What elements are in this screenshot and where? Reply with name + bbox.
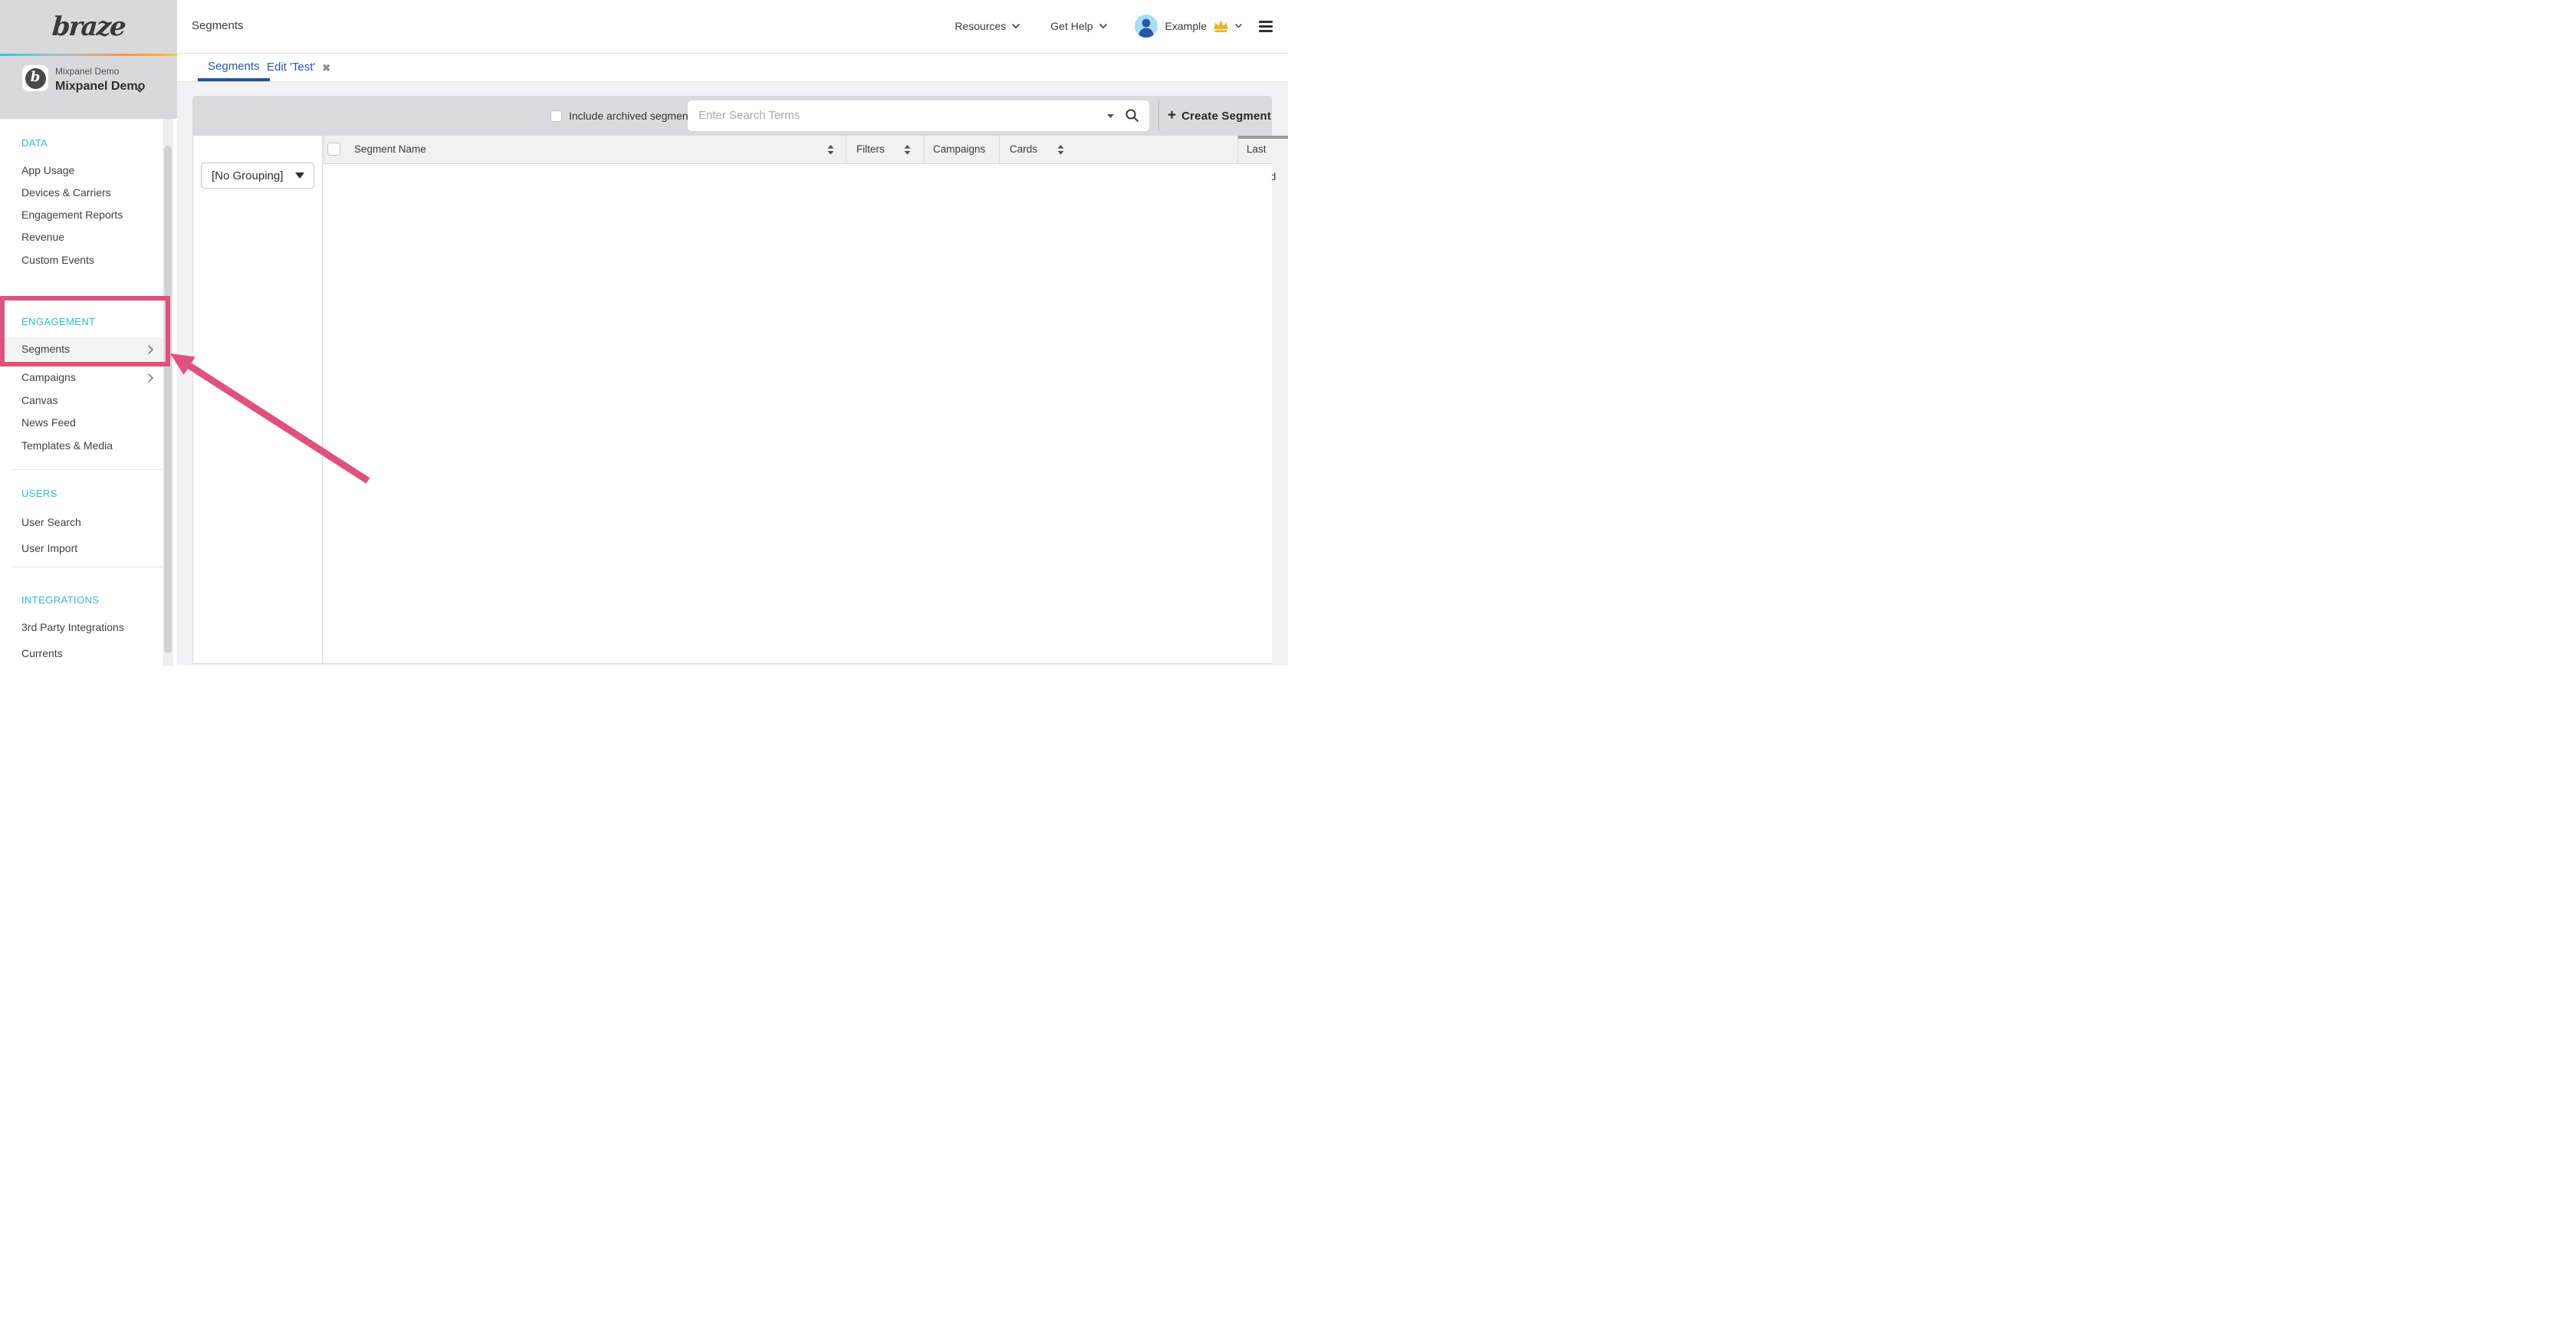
workspace-switcher[interactable]: b Mixpanel Demo Mixpanel Demo bbox=[0, 56, 177, 119]
segments-table-body bbox=[324, 164, 1272, 663]
sidebar-item-label: User Import bbox=[21, 542, 77, 554]
sidebar-item-user-search[interactable]: User Search bbox=[0, 511, 163, 534]
sidebar-section-title-engagement: ENGAGEMENT bbox=[21, 311, 95, 334]
sort-icon[interactable] bbox=[1057, 145, 1064, 155]
user-menu[interactable]: Example bbox=[1135, 15, 1242, 38]
search-placeholder: Enter Search Terms bbox=[698, 100, 800, 131]
sidebar-section-title-integrations: INTEGRATIONS bbox=[21, 589, 99, 612]
chevron-down-icon bbox=[1235, 24, 1242, 28]
sidebar-section-title-data: DATA bbox=[21, 132, 48, 155]
segments-filter-bar: Include archived segments Enter Search T… bbox=[192, 96, 1272, 136]
top-bar-actions: Resources Get Help bbox=[955, 0, 1273, 52]
braze-dashboard: braze b Mixpanel Demo Mixpanel Demo DATA… bbox=[0, 0, 1288, 666]
sidebar-item-campaigns[interactable]: Campaigns bbox=[0, 366, 163, 389]
get-help-label: Get Help bbox=[1050, 20, 1092, 32]
page-title: Segments bbox=[192, 0, 244, 52]
column-header-cards[interactable]: Cards bbox=[1010, 136, 1037, 163]
sidebar-item-label: User Search bbox=[21, 516, 81, 528]
user-avatar bbox=[1135, 15, 1158, 38]
group-by-select[interactable]: [No Grouping] bbox=[201, 163, 314, 189]
workspace-env-label: Mixpanel Demo bbox=[55, 66, 119, 77]
workspace-avatar: b bbox=[22, 65, 48, 91]
column-header-segment-name[interactable]: Segment Name bbox=[354, 136, 426, 163]
tab-segments[interactable]: Segments bbox=[198, 54, 270, 81]
hamburger-menu-icon[interactable] bbox=[1259, 21, 1273, 32]
close-icon[interactable]: ✖ bbox=[322, 63, 330, 73]
sidebar-item-devices-carriers[interactable]: Devices & Carriers bbox=[0, 181, 163, 205]
tab-edit-label: Edit 'Test' bbox=[267, 54, 315, 81]
sidebar-item-segments[interactable]: Segments bbox=[0, 337, 163, 361]
sort-icon[interactable] bbox=[904, 145, 911, 155]
create-segment-button[interactable]: + Create Segment bbox=[1168, 96, 1271, 136]
sidebar-item-label: 3rd Party Integrations bbox=[21, 621, 124, 633]
select-caret-icon bbox=[295, 173, 304, 179]
top-bar: Segments Resources Get Help bbox=[177, 0, 1288, 54]
column-header-campaigns[interactable]: Campaigns bbox=[933, 136, 985, 163]
sidebar-item-user-import[interactable]: User Import bbox=[0, 537, 163, 560]
resources-menu[interactable]: Resources bbox=[955, 20, 1020, 32]
sidebar-item-label: News Feed bbox=[21, 416, 76, 429]
sidebar-item-label: App Usage bbox=[21, 164, 74, 176]
chevron-down-icon bbox=[1012, 24, 1020, 28]
braze-logo: braze bbox=[51, 12, 126, 42]
include-archived-control: Include archived segments bbox=[550, 96, 697, 136]
chevron-right-icon bbox=[148, 373, 153, 383]
column-header-filters[interactable]: Filters bbox=[856, 136, 885, 163]
sidebar-item-templates-media[interactable]: Templates & Media bbox=[0, 434, 163, 458]
sidebar-item-label: Engagement Reports bbox=[21, 209, 123, 221]
group-by-panel: [No Grouping] bbox=[192, 136, 323, 663]
sidebar-scrollbar-thumb[interactable] bbox=[164, 146, 172, 653]
user-name: Example bbox=[1165, 20, 1207, 32]
crown-icon bbox=[1213, 20, 1229, 33]
sidebar-divider bbox=[13, 469, 164, 470]
column-header-last-edited[interactable]: Last Edited bbox=[1247, 136, 1276, 163]
select-all-checkbox[interactable] bbox=[327, 143, 340, 156]
sidebar-item-revenue[interactable]: Revenue bbox=[0, 225, 163, 249]
include-archived-checkbox[interactable] bbox=[550, 110, 562, 122]
sidebar-item-engagement-reports[interactable]: Engagement Reports bbox=[0, 203, 163, 227]
chevron-down-icon[interactable] bbox=[136, 87, 144, 93]
group-by-value: [No Grouping] bbox=[202, 169, 295, 182]
workspace-name: Mixpanel Demo bbox=[55, 80, 145, 94]
workspace-avatar-letter: b bbox=[31, 71, 41, 84]
sidebar-item-currents[interactable]: Currents bbox=[0, 642, 163, 666]
search-input[interactable]: Enter Search Terms bbox=[688, 100, 1149, 131]
sort-icon[interactable] bbox=[827, 145, 834, 155]
sidebar-item-custom-events[interactable]: Custom Events bbox=[0, 248, 163, 272]
create-segment-label: Create Segment bbox=[1181, 110, 1271, 123]
table-bottom-border bbox=[192, 663, 1272, 664]
sidebar-item-label: Templates & Media bbox=[21, 439, 113, 452]
get-help-menu[interactable]: Get Help bbox=[1050, 20, 1106, 32]
filter-bar-divider bbox=[1158, 100, 1159, 131]
search-icon[interactable] bbox=[1125, 108, 1139, 123]
sidebar-item-label: Campaigns bbox=[21, 371, 76, 383]
sidebar-item-canvas[interactable]: Canvas bbox=[0, 389, 163, 412]
tabs-bar: Segments Edit 'Test' ✖ bbox=[177, 54, 1288, 82]
sidebar-item-label: Devices & Carriers bbox=[21, 186, 111, 199]
sidebar-item-label: Custom Events bbox=[21, 254, 94, 266]
sidebar: braze b Mixpanel Demo Mixpanel Demo DATA… bbox=[0, 0, 177, 666]
sidebar-item-label: Revenue bbox=[21, 231, 64, 243]
sidebar-nav: DATA App Usage Devices & Carriers Engagemen… bbox=[0, 119, 177, 666]
plus-icon: + bbox=[1168, 108, 1176, 123]
chevron-down-icon bbox=[1099, 24, 1107, 28]
sidebar-item-app-usage[interactable]: App Usage bbox=[0, 159, 163, 182]
sidebar-item-label: Segments bbox=[21, 343, 70, 355]
include-archived-label: Include archived segments bbox=[569, 110, 697, 122]
sidebar-item-news-feed[interactable]: News Feed bbox=[0, 411, 163, 435]
chevron-right-icon bbox=[148, 345, 153, 354]
sidebar-item-label: Currents bbox=[21, 647, 63, 659]
sidebar-item-3rd-party-integrations[interactable]: 3rd Party Integrations bbox=[0, 616, 163, 639]
resources-label: Resources bbox=[955, 20, 1006, 32]
sidebar-item-label: Canvas bbox=[21, 394, 58, 406]
sidebar-brand-header: braze bbox=[0, 0, 177, 54]
main-content: Segments Resources Get Help bbox=[177, 0, 1288, 666]
table-header-row: Group By: Segment Name Filters Campaigns… bbox=[192, 136, 1272, 164]
tab-edit-test[interactable]: Edit 'Test' ✖ bbox=[267, 54, 330, 81]
search-dropdown-caret-icon[interactable] bbox=[1107, 114, 1114, 118]
sidebar-section-title-users: USERS bbox=[21, 482, 58, 505]
